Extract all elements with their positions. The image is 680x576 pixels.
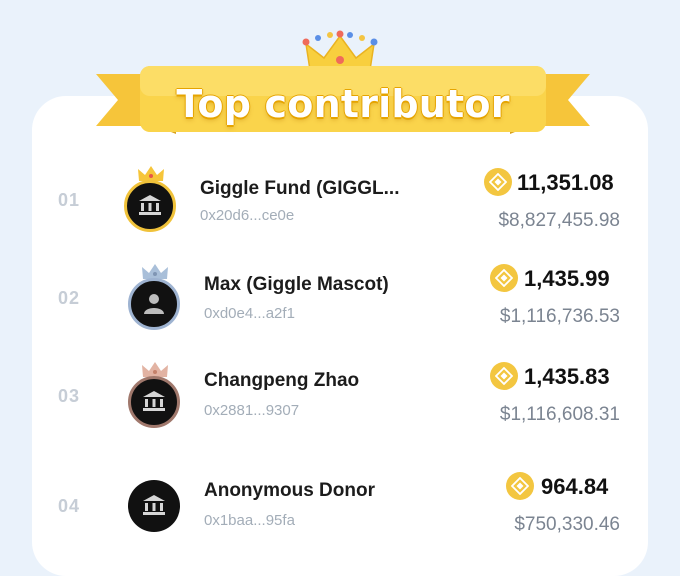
bank-icon bbox=[139, 195, 161, 215]
avatar[interactable] bbox=[124, 180, 176, 232]
token-amount: 964.84 bbox=[541, 474, 609, 499]
rank-number: 02 bbox=[58, 288, 81, 308]
token-amount: 1,435.83 bbox=[524, 364, 610, 389]
contributor-row[interactable]: 02 Max (Giggle Mascot) 0xd0e4...a2f1 1,4… bbox=[0, 248, 680, 348]
contributor-row[interactable]: 01 Giggle Fund (GIGGL... 0x20d6...ce0e 1… bbox=[0, 150, 680, 250]
bank-icon bbox=[143, 495, 165, 515]
contributor-name[interactable]: Max (Giggle Mascot) bbox=[204, 274, 389, 296]
usd-value: $1,116,736.53 bbox=[499, 306, 620, 327]
bnb-coin-icon bbox=[490, 264, 518, 292]
contributor-row[interactable]: 04 Anonymous Donor 0x1baa...95fa 964.84 … bbox=[0, 456, 680, 556]
wallet-address[interactable]: 0x20d6...ce0e bbox=[200, 207, 294, 224]
contributor-row[interactable]: 03 Changpeng Zhao 0x2881...9307 1,435.83… bbox=[0, 346, 680, 446]
avatar[interactable] bbox=[128, 480, 180, 532]
bank-icon bbox=[143, 391, 165, 411]
avatar[interactable] bbox=[128, 376, 180, 428]
wallet-address[interactable]: 0x2881...9307 bbox=[204, 402, 299, 419]
usd-value: $8,827,455.98 bbox=[498, 210, 620, 231]
usd-value: $1,116,608.31 bbox=[499, 404, 620, 425]
contributor-name[interactable]: Anonymous Donor bbox=[204, 480, 375, 502]
usd-value: $750,330.46 bbox=[514, 514, 620, 535]
avatar[interactable] bbox=[128, 278, 180, 330]
bnb-coin-icon bbox=[490, 362, 518, 390]
contributor-name[interactable]: Giggle Fund (GIGGL... bbox=[200, 178, 399, 200]
contributor-name[interactable]: Changpeng Zhao bbox=[204, 370, 359, 392]
bnb-coin-icon bbox=[506, 472, 534, 500]
user-icon bbox=[144, 294, 164, 314]
rank-number: 01 bbox=[58, 190, 81, 210]
rank-number: 04 bbox=[58, 496, 81, 516]
token-amount: 11,351.08 bbox=[517, 170, 614, 195]
wallet-address[interactable]: 0xd0e4...a2f1 bbox=[204, 305, 295, 322]
wallet-address[interactable]: 0x1baa...95fa bbox=[204, 512, 295, 529]
rank-number: 03 bbox=[58, 386, 81, 406]
banner-title: Top contributor bbox=[176, 82, 510, 126]
bnb-coin-icon bbox=[484, 168, 512, 196]
token-amount: 1,435.99 bbox=[524, 266, 610, 291]
